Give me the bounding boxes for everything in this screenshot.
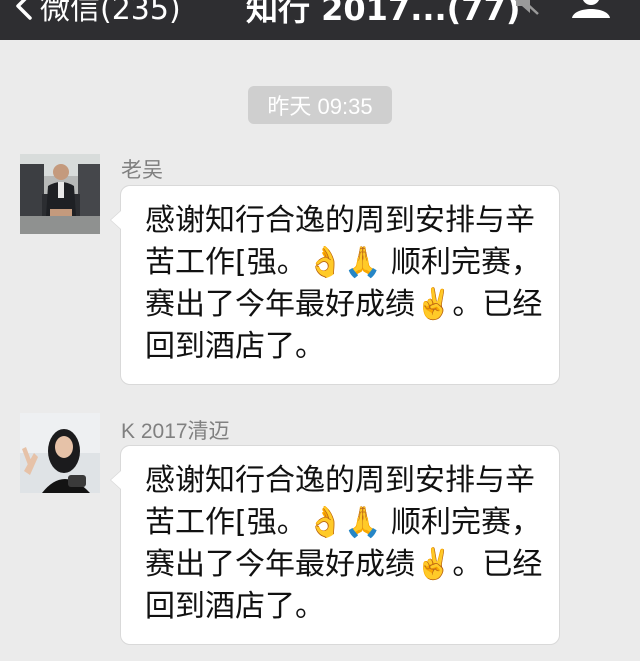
avatar-photo (20, 154, 100, 234)
sender-name: 老吴 (121, 159, 163, 182)
nav-bar: 微信(235) 知行 2017...(77) (0, 0, 640, 40)
message-bubble[interactable]: 感谢知行合逸的周到安排与辛苦工作[强。👌🙏 顺利完赛，赛出了今年最好成绩✌️。已… (110, 185, 560, 385)
back-button[interactable]: 微信(235) (14, 0, 181, 27)
message-text: 感谢知行合逸的周到安排与辛苦工作[强。👌🙏 顺利完赛，赛出了今年最好成绩✌️。已… (145, 463, 543, 624)
message-text: 感谢知行合逸的周到安排与辛苦工作[强。👌🙏 顺利完赛，赛出了今年最好成绩✌️。已… (145, 203, 543, 364)
chevron-left-icon (16, 0, 32, 20)
timestamp-badge: 昨天 09:35 (248, 86, 392, 124)
avatar-photo (20, 413, 100, 493)
mute-icon (516, 0, 539, 15)
sender-avatar-laowu[interactable] (20, 154, 100, 234)
group-profile-icon[interactable] (566, 0, 616, 18)
sender-name: K 2017清迈 (121, 420, 230, 443)
message-bubble[interactable]: 感谢知行合逸的周到安排与辛苦工作[强。👌🙏 顺利完赛，赛出了今年最好成绩✌️。已… (110, 445, 560, 645)
chat-title: 知行 2017...(77) (246, 0, 521, 28)
sender-avatar-k2017[interactable] (20, 413, 100, 493)
back-label: 微信(235) (40, 0, 181, 27)
